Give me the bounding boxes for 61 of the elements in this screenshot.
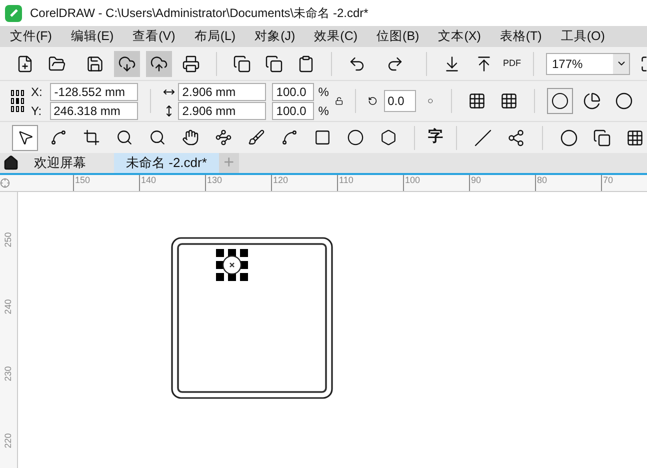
ruler-label: 250 bbox=[2, 232, 14, 248]
height-field[interactable]: 2.906 mm bbox=[178, 102, 266, 120]
cloud-download-icon[interactable] bbox=[114, 50, 140, 76]
y-position-field[interactable]: 246.318 mm bbox=[50, 102, 138, 120]
menu-item[interactable]: 文件(F) bbox=[10, 27, 52, 46]
pick-tool[interactable] bbox=[12, 124, 38, 150]
hand-icon bbox=[182, 129, 198, 146]
x-label: X: bbox=[30, 84, 42, 100]
ellipse-mode-icon[interactable] bbox=[547, 88, 573, 114]
ruler-label: 140 bbox=[139, 175, 205, 191]
document-tab[interactable]: 未命名 -2.cdr* bbox=[114, 153, 219, 173]
circle-icon bbox=[346, 129, 364, 146]
scale-y-field[interactable]: 100.0 bbox=[272, 102, 314, 120]
ruler-label: 220 bbox=[2, 433, 14, 449]
window-title: CorelDRAW - C:\Users\Administrator\Documents\未命名 -2.cdr* bbox=[30, 5, 368, 22]
menu-item[interactable]: 编辑(E) bbox=[70, 27, 114, 46]
ruler-label: 90 bbox=[469, 175, 535, 191]
rounded-square-drawing[interactable] bbox=[171, 237, 333, 399]
pdf-label[interactable]: PDF bbox=[503, 56, 521, 70]
crop-icon bbox=[82, 129, 100, 146]
ruler-label: 110 bbox=[337, 175, 403, 191]
menu-item[interactable]: 工具(O) bbox=[560, 27, 605, 46]
lock-icon bbox=[334, 94, 344, 108]
width-field[interactable]: 2.906 mm bbox=[178, 82, 266, 100]
x-position-field[interactable]: -128.552 mm bbox=[50, 82, 138, 100]
square-icon bbox=[314, 129, 330, 146]
pointer-icon bbox=[16, 129, 34, 146]
zoom-field[interactable]: 177% bbox=[546, 52, 630, 74]
ruler-label: 150 bbox=[73, 175, 139, 191]
percent-sign: % bbox=[318, 102, 329, 120]
ruler-label: 130 bbox=[205, 175, 271, 191]
menu-item[interactable]: 布局(L) bbox=[194, 27, 236, 46]
ruler-label: 100 bbox=[403, 175, 469, 191]
menu-item[interactable]: 对象(J) bbox=[254, 27, 296, 46]
percent-sign: % bbox=[318, 84, 329, 100]
node-path-icon bbox=[214, 129, 232, 146]
search-icon bbox=[148, 129, 166, 146]
angle-field[interactable]: 0.0 bbox=[384, 90, 416, 112]
degree-icon bbox=[428, 97, 433, 105]
scale-x-field[interactable]: 100.0 bbox=[272, 82, 314, 100]
ruler-label: 80 bbox=[535, 175, 601, 191]
menu-item[interactable]: 位图(B) bbox=[376, 27, 420, 46]
hexagon-icon bbox=[380, 129, 396, 146]
menu-item[interactable]: 表格(T) bbox=[500, 27, 542, 46]
app-logo-icon bbox=[5, 4, 22, 22]
ruler-label: 70 bbox=[601, 175, 647, 191]
brush-icon bbox=[248, 129, 264, 146]
ruler-label: 120 bbox=[271, 175, 337, 191]
menu-item[interactable]: 文本(X) bbox=[438, 27, 481, 46]
ruler-label: 230 bbox=[2, 366, 14, 382]
menu-item[interactable]: 查看(V) bbox=[132, 27, 176, 46]
curve-node-icon bbox=[50, 129, 66, 146]
curve-icon bbox=[280, 129, 298, 146]
cloud-upload-icon[interactable] bbox=[146, 50, 172, 76]
ruler-origin-icon[interactable] bbox=[0, 178, 10, 188]
y-label: Y: bbox=[30, 102, 42, 120]
text-tool[interactable]: 字 bbox=[428, 126, 443, 149]
menu-item[interactable]: 效果(C) bbox=[314, 27, 358, 46]
search-icon bbox=[116, 129, 132, 146]
ruler-label: 240 bbox=[2, 299, 14, 315]
reference-point-icon[interactable] bbox=[10, 89, 25, 113]
